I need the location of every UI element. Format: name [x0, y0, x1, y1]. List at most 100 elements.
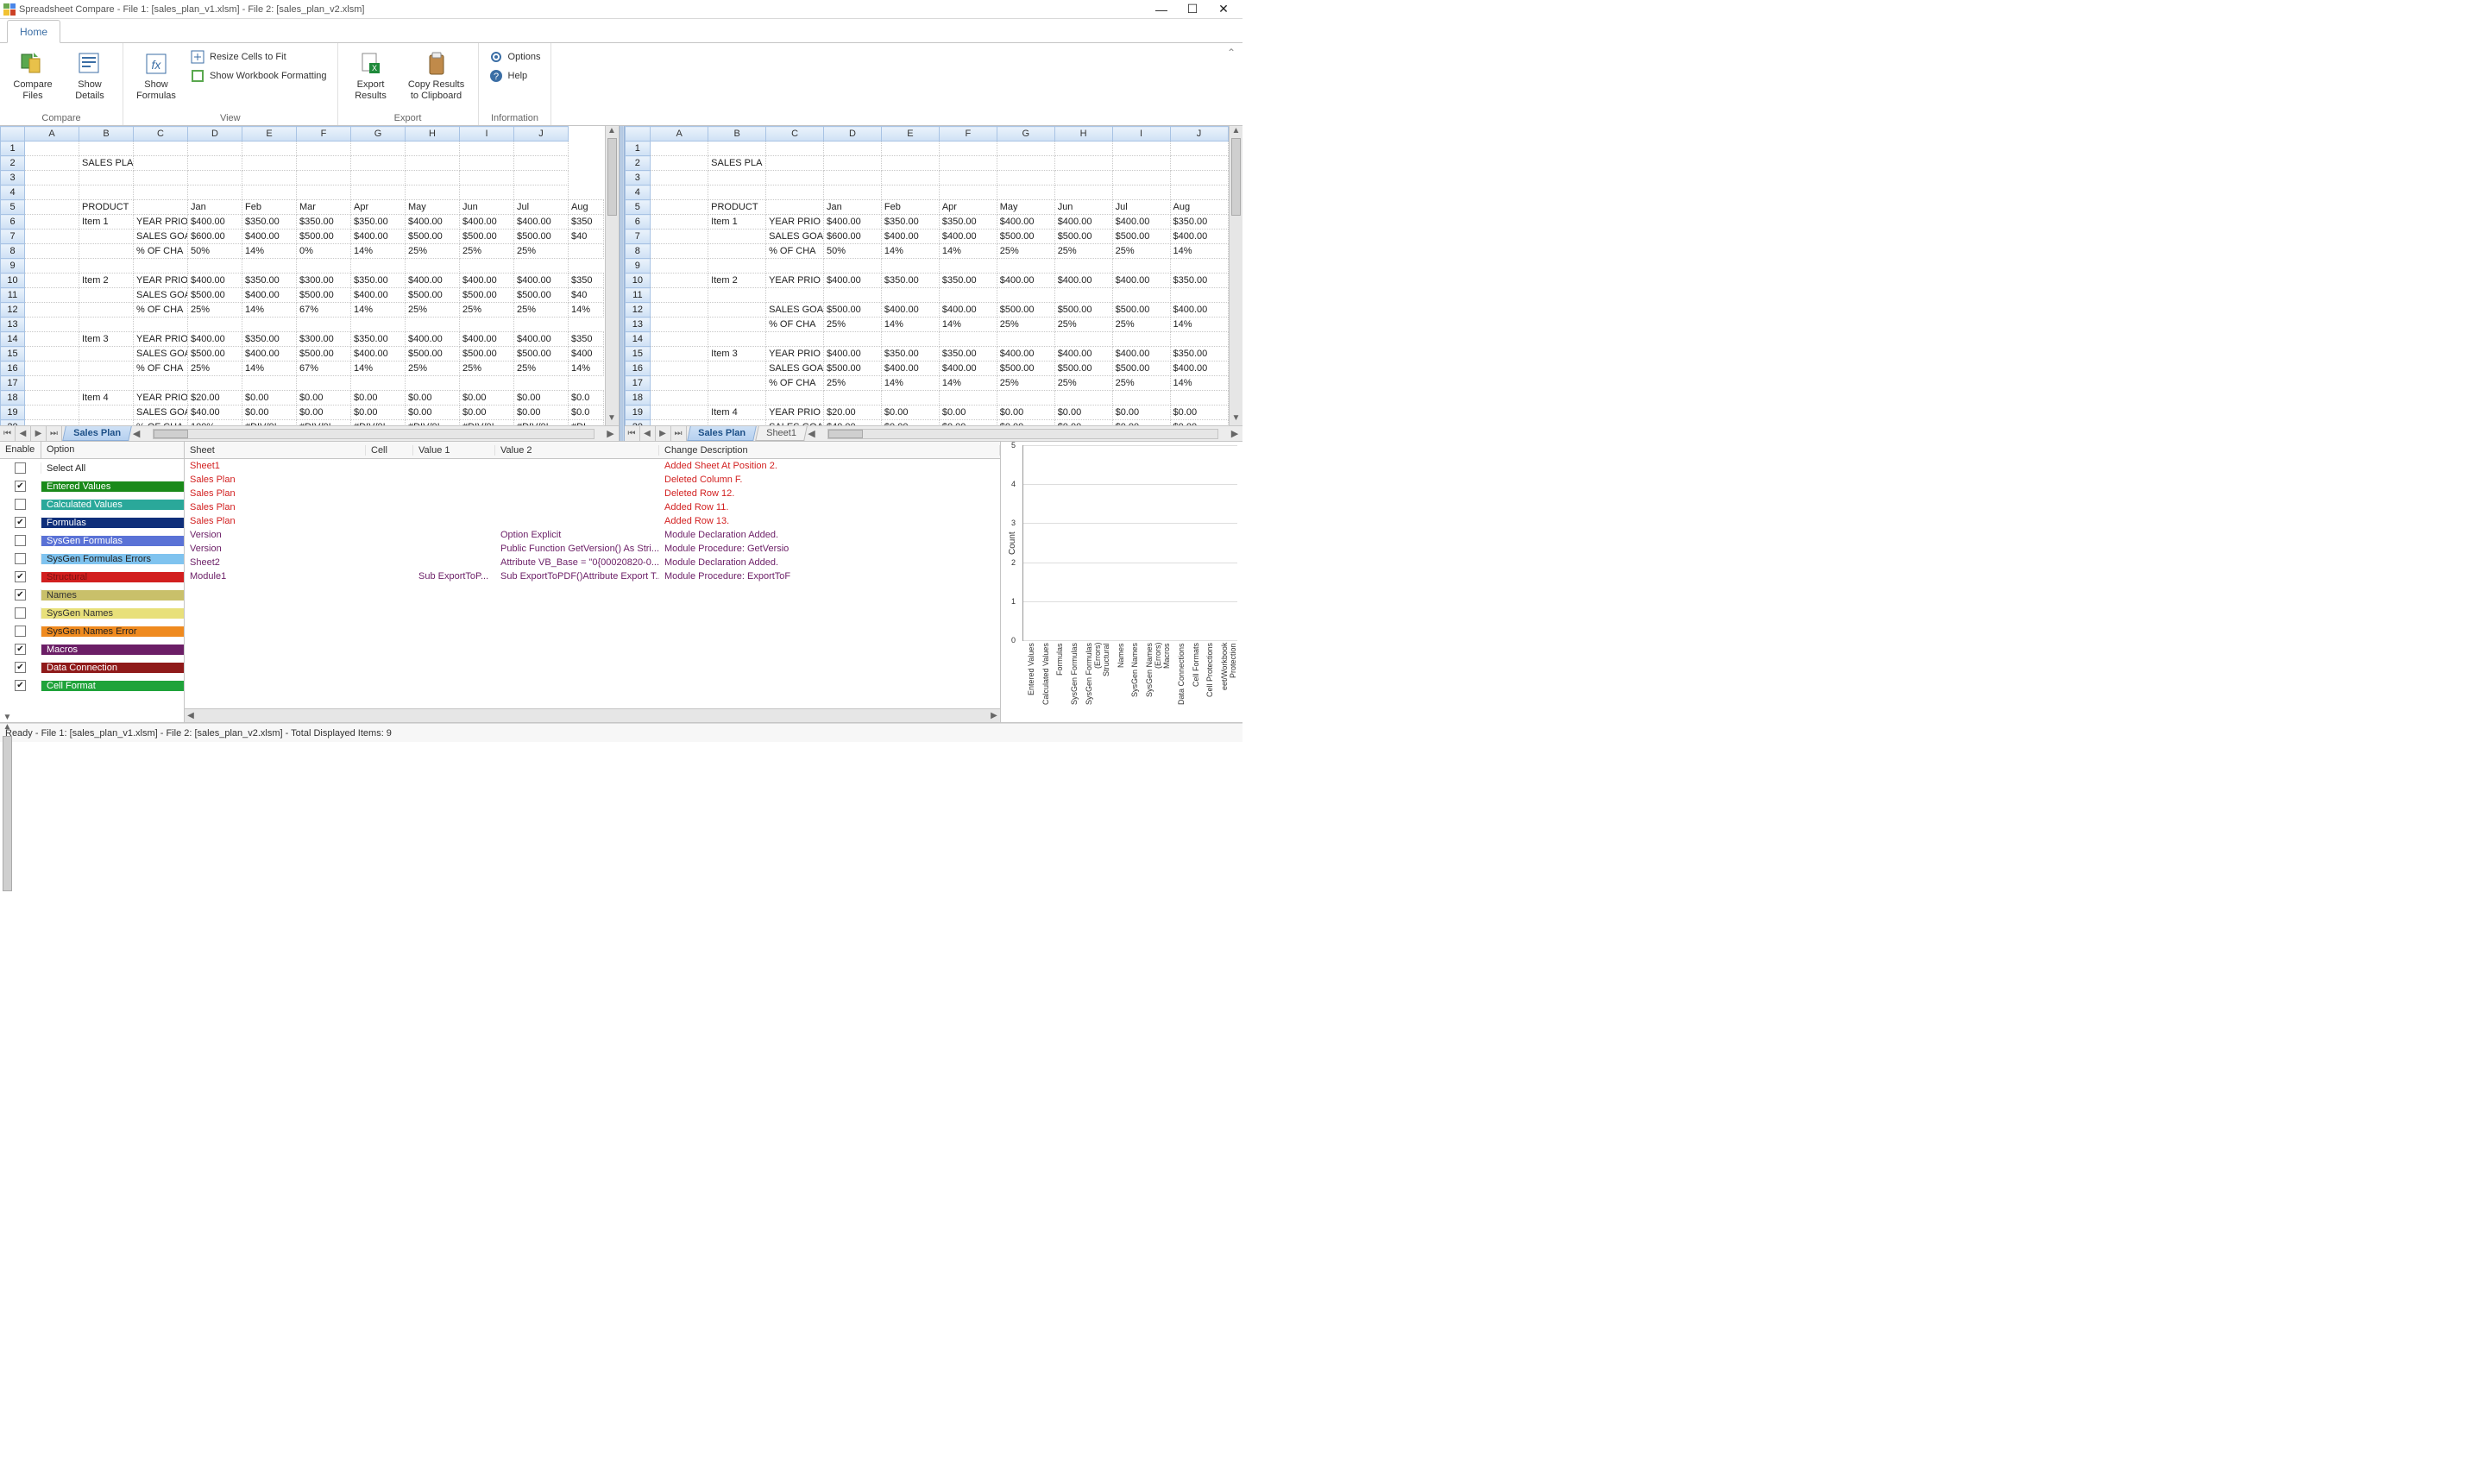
chart-xlabel: SysGen Formulas [1070, 641, 1085, 720]
sheet-nav-last[interactable]: ⏭ [671, 426, 687, 441]
maximize-button[interactable]: ☐ [1177, 0, 1208, 19]
result-row[interactable]: Module1Sub ExportToP...Sub ExportToPDF()… [185, 569, 1000, 583]
sheet-tab-salesplan[interactable]: Sales Plan [687, 426, 757, 441]
option-row[interactable]: SysGen Names Error [0, 622, 184, 640]
result-row[interactable]: Sales PlanDeleted Column F. [185, 473, 1000, 487]
options-panel: Enable Option Select AllEntered ValuesCa… [0, 442, 185, 722]
sheet-nav-prev[interactable]: ◀ [640, 426, 656, 441]
option-row[interactable]: Structural [0, 568, 184, 586]
option-row[interactable]: Data Connection [0, 658, 184, 676]
result-row[interactable]: Sheet2Attribute VB_Base = "0{00020820-0.… [185, 556, 1000, 569]
tab-home[interactable]: Home [7, 20, 60, 43]
option-row[interactable]: SysGen Formulas Errors [0, 550, 184, 568]
chart-xlabel: SysGen Names [1130, 641, 1145, 720]
result-row[interactable]: VersionPublic Function GetVersion() As S… [185, 542, 1000, 556]
copy-clipboard-button[interactable]: Copy Resultsto Clipboard [402, 47, 471, 104]
results-col-v2: Value 2 [495, 445, 659, 456]
option-label: Select All [41, 463, 184, 474]
ribbon-group-compare: CompareFiles ShowDetails Compare [0, 43, 123, 125]
sheet-nav-next[interactable]: ▶ [31, 426, 47, 441]
option-checkbox[interactable] [15, 662, 26, 673]
sheet-tab-sheet1[interactable]: Sheet1 [755, 426, 807, 441]
options-col-option: Option [41, 442, 184, 458]
formatting-icon [191, 69, 204, 83]
options-button[interactable]: Options [486, 48, 544, 66]
option-label: SysGen Names Error [41, 626, 184, 637]
show-formatting-button[interactable]: Show Workbook Formatting [187, 67, 330, 85]
option-row[interactable]: Entered Values [0, 477, 184, 495]
left-grid[interactable]: ABCDEFGHIJ12SALES PLA345PRODUCTJanFebMar… [0, 126, 605, 425]
ribbon-collapse-icon[interactable]: ⌃ [1227, 47, 1236, 59]
show-formulas-button[interactable]: fx ShowFormulas [130, 47, 182, 104]
help-button[interactable]: ? Help [486, 67, 544, 85]
option-checkbox[interactable] [15, 553, 26, 564]
ribbon-tabstrip: Home [0, 19, 1242, 43]
option-row[interactable]: Select All [0, 459, 184, 477]
option-checkbox[interactable] [15, 499, 26, 510]
right-vscroll[interactable]: ▲▼ [1229, 126, 1242, 425]
option-label: Calculated Values [41, 500, 184, 510]
option-label: Cell Format [41, 681, 184, 691]
ribbon-group-info: Options ? Help Information [479, 43, 552, 125]
close-button[interactable]: ✕ [1208, 0, 1239, 19]
option-checkbox[interactable] [15, 680, 26, 691]
sheet-nav-first[interactable]: ⏮ [625, 426, 640, 441]
left-hscroll[interactable]: ◀▶ [130, 426, 618, 441]
option-row[interactable]: Cell Format [0, 676, 184, 695]
clipboard-icon [423, 50, 450, 78]
export-results-button[interactable]: X ExportResults [345, 47, 397, 104]
option-checkbox[interactable] [15, 462, 26, 474]
chart-xlabel: Data Connections [1177, 641, 1192, 720]
option-checkbox[interactable] [15, 517, 26, 528]
chart-xlabel: Calculated Values [1041, 641, 1056, 720]
results-col-sheet: Sheet [185, 445, 366, 456]
resize-icon [191, 50, 204, 64]
results-col-v1: Value 1 [413, 445, 495, 456]
option-label: Entered Values [41, 481, 184, 492]
sheet-nav-first[interactable]: ⏮ [0, 426, 16, 441]
results-col-desc: Change Description [659, 445, 1000, 456]
right-grid[interactable]: ABCDEFGHIJ12SALES PLA345PRODUCTJanFebApr… [625, 126, 1230, 425]
sheet-nav-prev[interactable]: ◀ [16, 426, 31, 441]
status-bar: Ready - File 1: [sales_plan_v1.xlsm] - F… [0, 723, 1242, 742]
option-row[interactable]: Calculated Values [0, 495, 184, 513]
resize-cells-button[interactable]: Resize Cells to Fit [187, 48, 330, 66]
sheet-nav-next[interactable]: ▶ [656, 426, 671, 441]
minimize-button[interactable]: — [1146, 0, 1177, 19]
option-checkbox[interactable] [15, 626, 26, 637]
option-label: SysGen Names [41, 608, 184, 619]
sheet-nav-last[interactable]: ⏭ [47, 426, 62, 441]
compare-files-button[interactable]: CompareFiles [7, 47, 59, 104]
result-row[interactable]: Sales PlanAdded Row 11. [185, 500, 1000, 514]
option-checkbox[interactable] [15, 607, 26, 619]
left-vscroll[interactable]: ▲▼ [605, 126, 619, 425]
left-sheetbar: ⏮ ◀ ▶ ⏭ Sales Plan ◀▶ [0, 425, 619, 441]
result-row[interactable]: Sales PlanAdded Row 13. [185, 514, 1000, 528]
option-checkbox[interactable] [15, 644, 26, 655]
option-checkbox[interactable] [15, 481, 26, 492]
help-icon: ? [489, 69, 503, 83]
results-hscroll[interactable]: ◀▶ [185, 708, 1000, 722]
option-checkbox[interactable] [15, 571, 26, 582]
chart-panel: Count 012345 Entered ValuesCalculated Va… [1001, 442, 1242, 722]
option-checkbox[interactable] [15, 589, 26, 601]
option-row[interactable]: Macros [0, 640, 184, 658]
results-col-cell: Cell [366, 445, 413, 456]
option-row[interactable]: Formulas [0, 513, 184, 531]
result-row[interactable]: VersionOption ExplicitModule Declaration… [185, 528, 1000, 542]
option-row[interactable]: Names [0, 586, 184, 604]
left-pane: ABCDEFGHIJ12SALES PLA345PRODUCTJanFebMar… [0, 126, 620, 441]
show-details-button[interactable]: ShowDetails [64, 47, 116, 104]
option-label: Formulas [41, 518, 184, 528]
option-row[interactable]: SysGen Formulas [0, 531, 184, 550]
chart-xlabel: Entered Values [1027, 641, 1041, 720]
export-icon: X [357, 50, 385, 78]
option-row[interactable]: SysGen Names [0, 604, 184, 622]
sheet-tab-salesplan[interactable]: Sales Plan [62, 426, 132, 441]
chart-xlabel: Macros [1162, 641, 1177, 720]
option-checkbox[interactable] [15, 535, 26, 546]
result-row[interactable]: Sheet1Added Sheet At Position 2. [185, 459, 1000, 473]
result-row[interactable]: Sales PlanDeleted Row 12. [185, 487, 1000, 500]
chart-xlabel: SysGen Names (Errors) [1145, 641, 1162, 720]
right-hscroll[interactable]: ◀▶ [805, 426, 1242, 441]
